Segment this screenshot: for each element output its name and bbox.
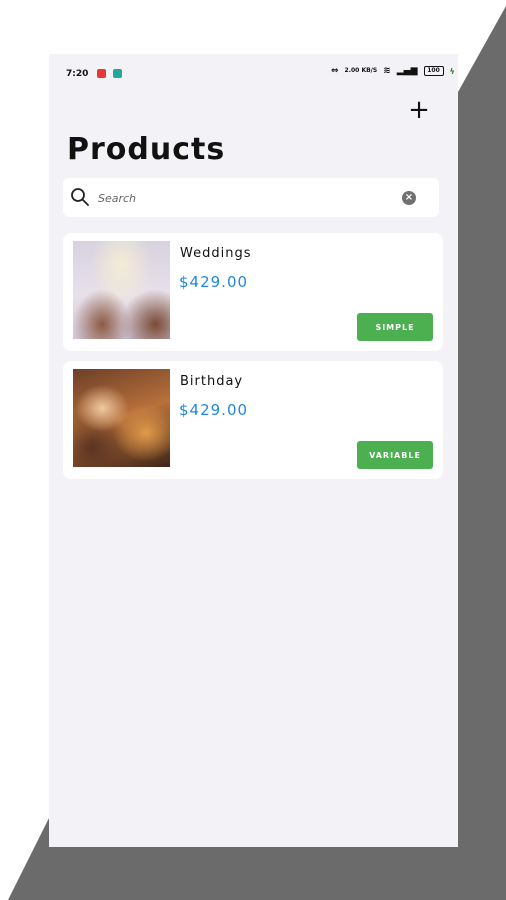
product-name: Weddings bbox=[180, 246, 252, 261]
wifi-icon: ≋ bbox=[383, 66, 391, 76]
product-image-weddings bbox=[73, 241, 170, 339]
notification-app-icon-2 bbox=[113, 69, 122, 78]
phone-screen: 7:20 ⇔ 2.00 KB/S ≋ ▂▄▆ 100 ϟ + Products … bbox=[49, 54, 458, 847]
product-price: $429.00 bbox=[179, 273, 249, 291]
network-speed: 2.00 KB/S bbox=[344, 67, 378, 74]
search-bar[interactable]: × bbox=[63, 178, 439, 217]
battery-icon: 100 bbox=[423, 66, 444, 76]
product-type-button[interactable]: VARIABLE bbox=[357, 441, 433, 469]
product-type-button[interactable]: SIMPLE bbox=[357, 313, 433, 341]
search-input[interactable] bbox=[96, 184, 400, 213]
status-bar: 7:20 ⇔ 2.00 KB/S ≋ ▂▄▆ 100 ϟ bbox=[49, 54, 458, 94]
plus-icon: + bbox=[408, 95, 430, 125]
status-icons: ⇔ 2.00 KB/S ≋ ▂▄▆ 100 ϟ bbox=[331, 66, 455, 76]
clear-icon[interactable]: × bbox=[402, 191, 416, 205]
product-card-weddings[interactable]: Weddings $429.00 SIMPLE bbox=[63, 233, 443, 351]
page-title: Products bbox=[67, 132, 226, 167]
charging-icon: ϟ bbox=[449, 66, 455, 76]
product-card-birthday[interactable]: Birthday $429.00 VARIABLE bbox=[63, 361, 443, 479]
battery-level: 100 bbox=[427, 67, 440, 74]
notification-app-icon bbox=[97, 69, 106, 78]
product-price: $429.00 bbox=[179, 401, 249, 419]
add-product-button[interactable]: + bbox=[405, 96, 433, 124]
signal-icon: ▂▄▆ bbox=[396, 66, 418, 76]
status-time: 7:20 bbox=[66, 69, 89, 79]
vibrate-icon: ⇔ bbox=[331, 66, 339, 76]
search-icon bbox=[71, 188, 89, 206]
product-name: Birthday bbox=[180, 374, 244, 389]
product-image-birthday bbox=[73, 369, 170, 467]
